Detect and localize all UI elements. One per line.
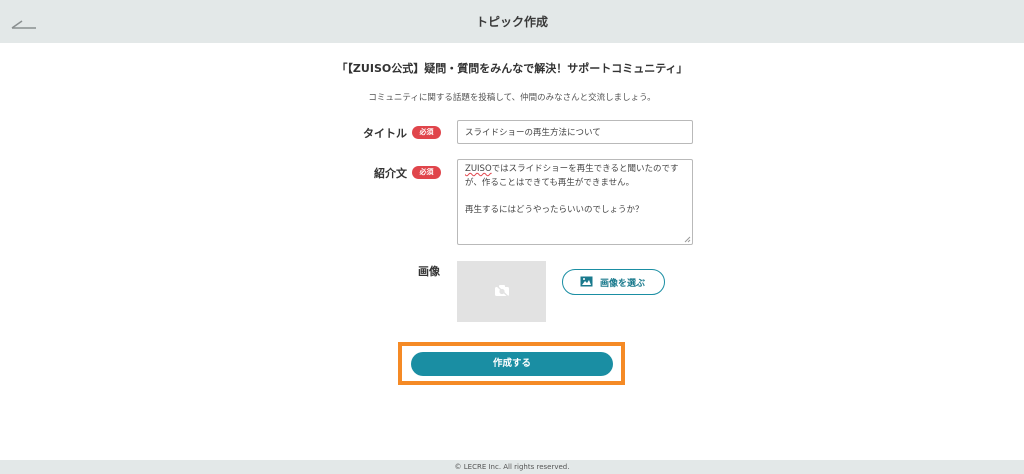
intro-text: ではスライドショーを再生できると聞いたのです bbox=[491, 164, 679, 174]
title-input[interactable] bbox=[457, 120, 693, 144]
intro-line: が、作ることはできても再生ができません。 bbox=[465, 177, 635, 188]
top-header: トピック作成 bbox=[0, 0, 1024, 43]
required-badge: 必須 bbox=[412, 166, 441, 179]
intro-line: 再生するにはどうやったらいいのでしょうか？ bbox=[465, 204, 644, 215]
page-title: トピック作成 bbox=[475, 15, 548, 29]
choose-image-label: 画像を選ぶ bbox=[600, 279, 646, 289]
intro-label: 紹介文 bbox=[374, 167, 407, 180]
intro-textarea[interactable]: ZUISOではスライドショーを再生できると聞いたのです が、作ることはできても再… bbox=[457, 159, 693, 245]
resize-handle-icon[interactable] bbox=[683, 235, 691, 243]
intro-line: ZUISOではスライドショーを再生できると聞いたのです bbox=[465, 163, 685, 177]
create-button[interactable]: 作成する bbox=[411, 352, 613, 376]
intro-blank-line bbox=[465, 190, 685, 204]
image-label: 画像 bbox=[418, 265, 440, 278]
camera-icon bbox=[495, 284, 509, 297]
required-badge: 必須 bbox=[412, 126, 441, 139]
image-icon bbox=[580, 276, 593, 287]
title-label: タイトル bbox=[363, 127, 407, 140]
image-placeholder[interactable] bbox=[457, 261, 546, 322]
community-description: コミュニティに関する話題を投稿して、仲間のみなさんと交流しましょう。 bbox=[368, 93, 656, 103]
choose-image-button[interactable]: 画像を選ぶ bbox=[562, 269, 665, 295]
spellcheck-word: ZUISO bbox=[465, 164, 492, 174]
community-title: 「【ZUISO公式】疑問・質問をみんなで解決！サポートコミュニティ」 bbox=[336, 62, 688, 75]
footer-copyright: © LECRE Inc. All rights reserved. bbox=[0, 460, 1024, 474]
